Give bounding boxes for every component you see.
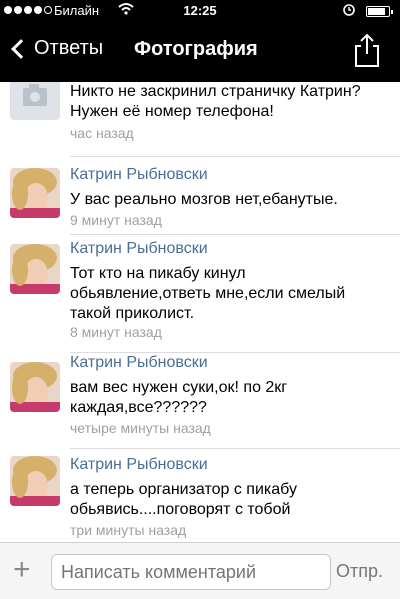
avatar[interactable] (10, 82, 60, 120)
share-icon (355, 33, 379, 67)
send-button[interactable]: Отпр. (336, 561, 383, 582)
comment-time: три минуты назад (70, 522, 187, 538)
avatar[interactable] (10, 456, 60, 506)
comment-text: вам вес нужен суки,ок! по 2кг каждая,все… (70, 379, 288, 416)
chevron-left-icon (11, 38, 31, 59)
comment-text: У вас реально мозгов нет,ебанутые. (70, 191, 338, 208)
comment-item: Катрин Рыбновски вам вес нужен суки,ок! … (0, 352, 400, 448)
avatar[interactable] (10, 244, 60, 294)
comment-item: Никто не заскринил страничку Катрин? Нуж… (0, 82, 400, 150)
battery-icon (366, 6, 393, 17)
comment-text: Никто не заскринил страничку Катрин? Нуж… (70, 83, 361, 120)
comments-feed[interactable]: Никто не заскринил страничку Катрин? Нуж… (0, 82, 400, 542)
comment-time: четыре минуты назад (70, 420, 211, 436)
comment-input[interactable] (51, 554, 331, 590)
avatar[interactable] (10, 362, 60, 412)
comment-author[interactable]: Катрин Рыбновски (70, 354, 208, 372)
back-button[interactable]: Ответы (8, 37, 103, 60)
comment-text: Тот кто на пикабу кинул обьявление,ответ… (70, 265, 346, 322)
comment-input-bar: + Отпр. (0, 542, 400, 599)
comment-text: а теперь организатор с пикабу обьявись..… (70, 481, 297, 518)
alarm-icon (342, 2, 356, 19)
comment-author[interactable]: Катрин Рыбновски (70, 240, 208, 258)
comment-time: час назад (70, 125, 134, 141)
share-button[interactable] (352, 32, 382, 68)
back-button-label: Ответы (34, 37, 104, 59)
page-title: Фотография (134, 38, 258, 60)
comment-item: Катрин Рыбновски У вас реально мозгов не… (0, 156, 400, 236)
avatar[interactable] (10, 168, 60, 218)
comment-item: Катрин Рыбновски Тот кто на пикабу кинул… (0, 234, 400, 352)
clock: 12:25 (183, 3, 217, 18)
status-bar: Билайн 12:25 (0, 0, 400, 22)
comment-item: Катрин Рыбновски а теперь организатор с … (0, 448, 400, 542)
camera-icon (23, 84, 47, 106)
comment-time: 8 минут назад (70, 324, 162, 340)
navigation-bar: Ответы Фотография (0, 22, 400, 82)
comment-author[interactable]: Катрин Рыбновски (70, 456, 208, 474)
comment-author[interactable]: Катрин Рыбновски (70, 166, 208, 184)
comment-time: 9 минут назад (70, 212, 162, 228)
add-attachment-button[interactable]: + (13, 555, 31, 585)
